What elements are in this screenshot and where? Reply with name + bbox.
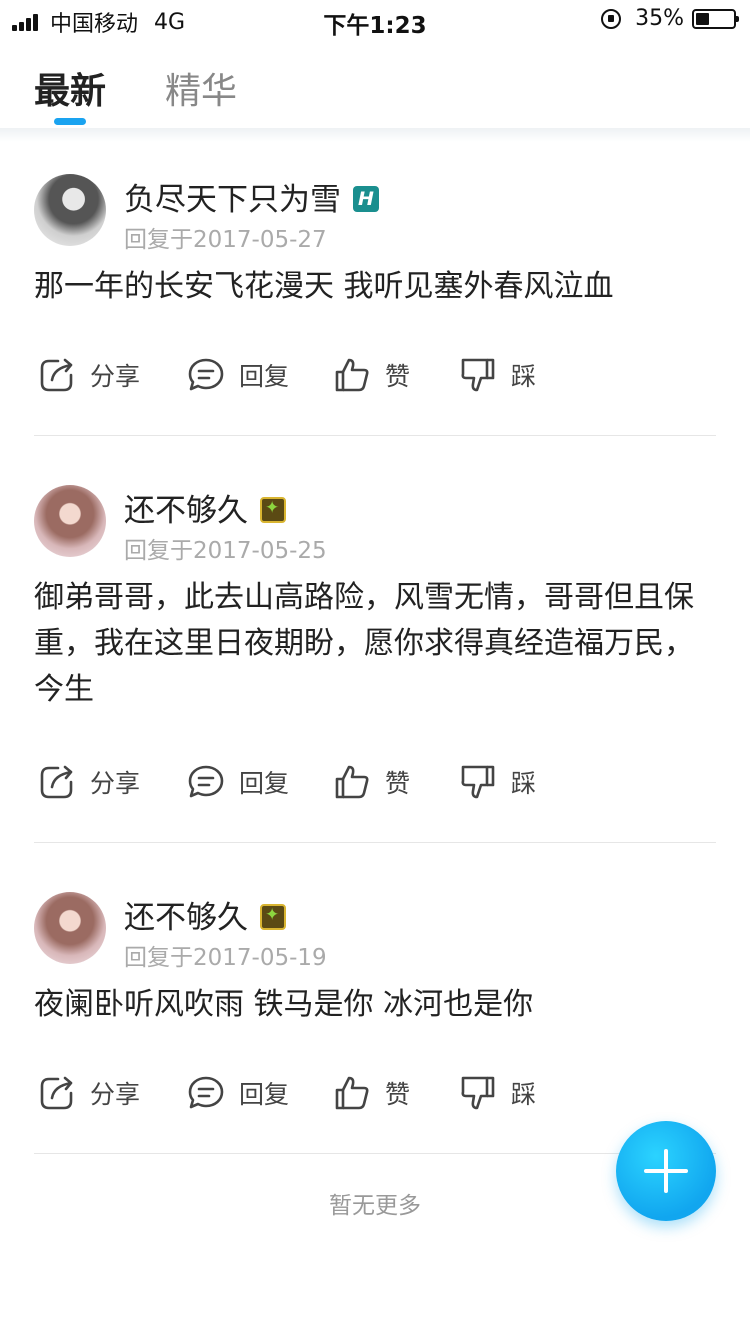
share-label: 分享 <box>90 362 141 391</box>
dislike-label: 踩 <box>511 1080 537 1109</box>
post-author[interactable]: 负尽天下只为雪 H <box>124 174 379 219</box>
thumbs-up-icon <box>335 358 369 392</box>
h-badge-icon: H <box>353 185 379 212</box>
dislike-button[interactable]: 踩 <box>459 763 536 801</box>
dislike-button[interactable]: 踩 <box>459 1074 536 1112</box>
thumbs-down-icon <box>461 358 495 392</box>
share-button[interactable]: 分享 <box>38 356 140 394</box>
like-button[interactable]: 赞 <box>333 1074 410 1112</box>
reply-button[interactable]: 回复 <box>187 356 289 394</box>
share-icon <box>40 1076 73 1110</box>
like-label: 赞 <box>385 1080 411 1109</box>
avatar[interactable] <box>34 485 106 557</box>
tab-featured[interactable]: 精华 <box>165 62 237 114</box>
comment-icon <box>188 358 224 391</box>
post-content[interactable]: 御弟哥哥，此去山高路险，风雪无情，哥哥但且保重，我在这里日夜期盼，愿你求得真经造… <box>34 575 716 713</box>
post-divider <box>34 842 716 843</box>
add-post-button[interactable] <box>616 1121 716 1221</box>
avatar[interactable] <box>34 174 106 246</box>
like-label: 赞 <box>385 362 411 391</box>
avatar[interactable] <box>34 892 106 964</box>
thumbs-down-icon <box>461 1076 495 1110</box>
tab-bar: 最新 精华 <box>0 40 750 128</box>
star-badge-icon <box>260 496 286 523</box>
like-button[interactable]: 赞 <box>333 763 410 801</box>
star-badge-icon <box>260 903 286 930</box>
thumbs-up-icon <box>335 1076 369 1110</box>
share-icon <box>40 358 73 392</box>
thumbs-down-icon <box>461 765 495 799</box>
dislike-label: 踩 <box>511 362 537 391</box>
post-author[interactable]: 还不够久 <box>124 485 286 530</box>
share-icon <box>40 765 73 799</box>
share-label: 分享 <box>90 1080 141 1109</box>
thumbs-up-icon <box>335 765 369 799</box>
share-button[interactable]: 分享 <box>38 763 140 801</box>
reply-label: 回复 <box>239 1080 290 1109</box>
like-label: 赞 <box>385 769 411 798</box>
post-divider <box>34 435 716 436</box>
battery-percent: 35% <box>635 6 684 31</box>
battery-icon <box>692 8 739 29</box>
post-content[interactable]: 夜阑卧听风吹雨 铁马是你 冰河也是你 <box>34 982 716 1028</box>
tab-active-indicator <box>54 118 86 125</box>
reply-button[interactable]: 回复 <box>187 1074 289 1112</box>
reply-button[interactable]: 回复 <box>187 763 289 801</box>
post-author[interactable]: 还不够久 <box>124 892 286 937</box>
share-button[interactable]: 分享 <box>38 1074 140 1112</box>
tab-bar-shadow <box>0 128 750 142</box>
post-divider <box>34 1153 716 1154</box>
like-button[interactable]: 赞 <box>333 356 410 394</box>
share-label: 分享 <box>90 769 141 798</box>
author-name: 还不够久 <box>124 900 248 936</box>
battery-fill <box>696 12 709 25</box>
reply-date: 回复于2017-05-25 <box>124 538 327 564</box>
status-bar: 中国移动 4G 下午1:23 35% <box>0 0 750 40</box>
author-name: 还不够久 <box>124 493 248 529</box>
reply-label: 回复 <box>239 362 290 391</box>
rotation-lock-icon <box>601 8 622 29</box>
dislike-button[interactable]: 踩 <box>459 356 536 394</box>
comment-icon <box>188 765 224 798</box>
dislike-label: 踩 <box>511 769 537 798</box>
comment-icon <box>188 1076 224 1109</box>
post-content[interactable]: 那一年的长安飞花漫天 我听见塞外春风泣血 <box>34 264 716 310</box>
plus-icon <box>644 1149 688 1193</box>
status-right: 35% <box>601 6 739 31</box>
reply-date: 回复于2017-05-27 <box>124 227 327 253</box>
author-name: 负尽天下只为雪 <box>124 182 341 218</box>
tab-latest[interactable]: 最新 <box>34 62 106 114</box>
post-actions: 分享 回复 赞 踩 <box>0 356 750 396</box>
post-actions: 分享 回复 赞 踩 <box>0 763 750 803</box>
reply-date: 回复于2017-05-19 <box>124 945 327 971</box>
reply-label: 回复 <box>239 769 290 798</box>
post-actions: 分享 回复 赞 踩 <box>0 1074 750 1114</box>
